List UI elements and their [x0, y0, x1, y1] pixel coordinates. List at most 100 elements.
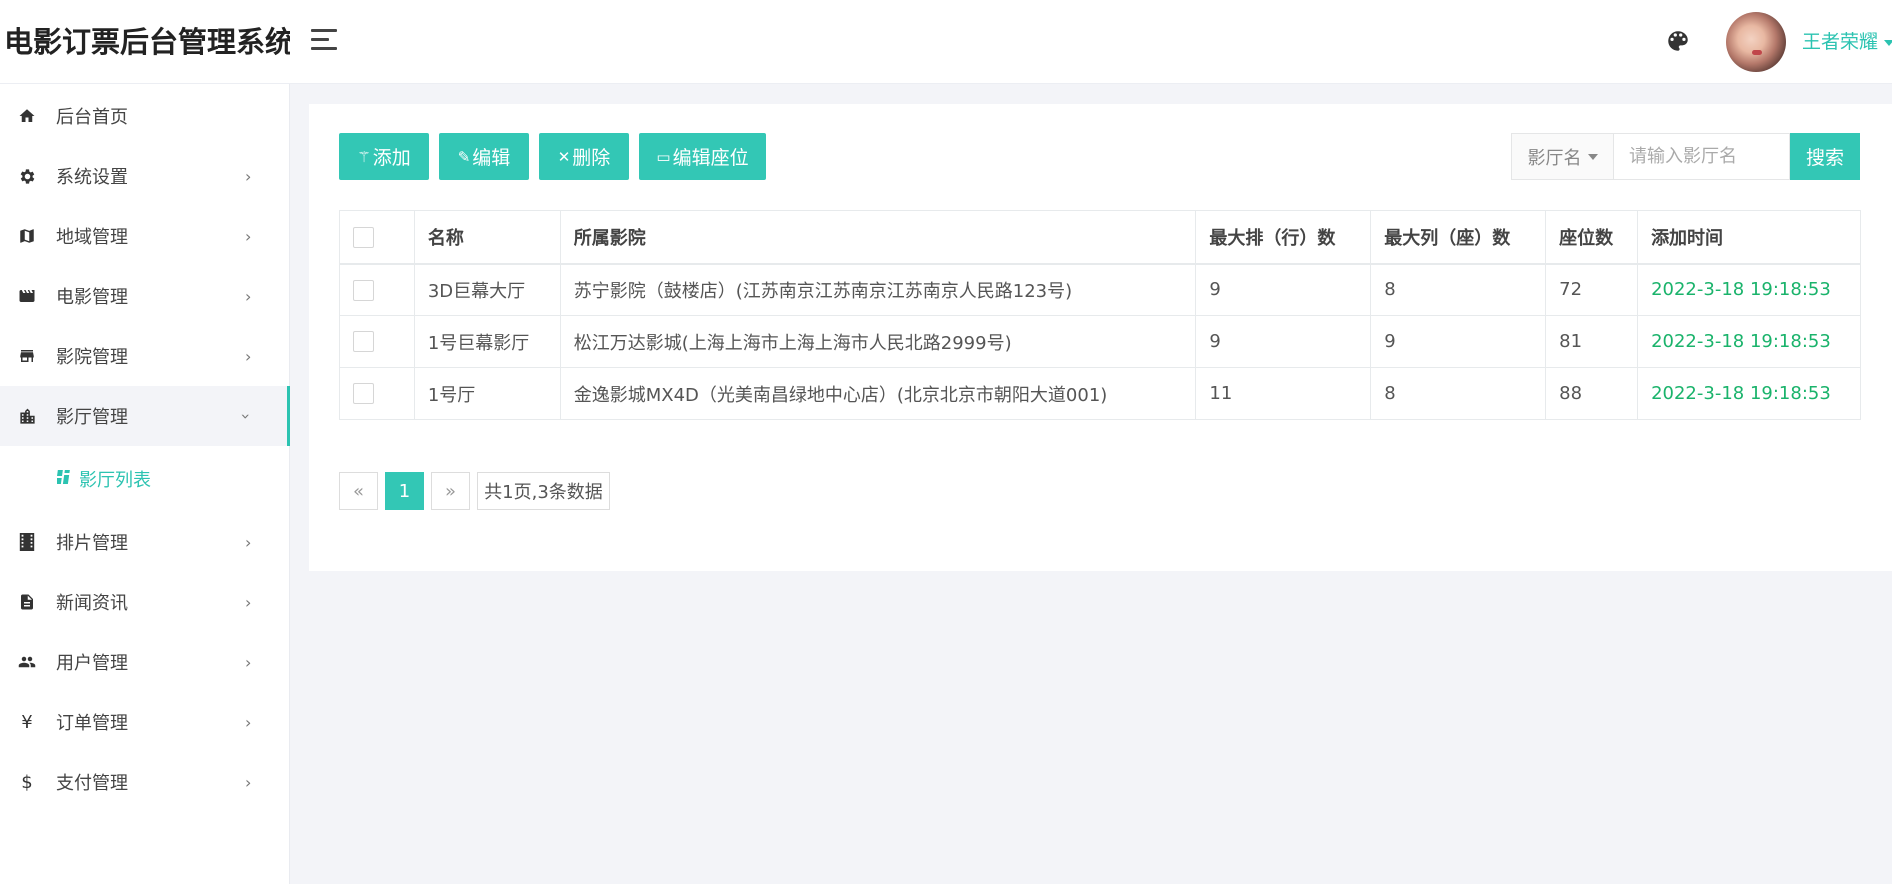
- pencil-icon: ✎: [457, 147, 471, 166]
- user-menu[interactable]: 王者荣耀: [1802, 27, 1892, 54]
- chevron-right-icon: ›: [245, 592, 252, 612]
- news-icon: [17, 592, 37, 612]
- dollar-icon: $: [21, 771, 33, 793]
- yen-icon: ¥: [21, 711, 33, 733]
- pagination-info: 共1页,3条数据: [477, 472, 610, 510]
- cinema-cell: 松江万达影城(上海上海市上海上海市人民北路2999号): [559, 315, 1197, 368]
- chevron-right-icon: ›: [245, 286, 252, 306]
- added-time-cell: 2022-3-18 19:18:53: [1637, 315, 1861, 368]
- username-label: 王者荣耀: [1802, 31, 1879, 53]
- table-row[interactable]: 1号厅 金逸影城MX4D（光美南昌绿地中心店）(北京北京市朝阳大道001) 11…: [339, 367, 1861, 420]
- hall-name-cell: 3D巨幕大厅: [413, 263, 561, 316]
- search-field-select[interactable]: 影厅名: [1511, 133, 1614, 180]
- top-bar: 电影订票后台管理系统 王者荣耀: [0, 0, 1892, 84]
- sidebar-item-halls[interactable]: 影厅管理 ›: [0, 386, 290, 446]
- sidebar-item-label: 电影管理: [56, 287, 128, 308]
- close-icon: ✕: [557, 147, 571, 166]
- sidebar-item-payments[interactable]: $ 支付管理 ›: [0, 752, 290, 812]
- chevron-right-icon: ›: [245, 772, 252, 792]
- row-checkbox[interactable]: [353, 331, 374, 353]
- sidebar-item-label: 后台首页: [56, 107, 128, 128]
- sidebar-item-label: 用户管理: [56, 653, 128, 674]
- added-time-cell: 2022-3-18 19:18:53: [1637, 263, 1861, 316]
- select-all-checkbox[interactable]: [353, 226, 374, 248]
- search-button[interactable]: 搜索: [1790, 133, 1860, 180]
- caret-down-icon: [1884, 39, 1892, 46]
- avatar[interactable]: [1726, 12, 1786, 72]
- sidebar-item-settings[interactable]: 系统设置 ›: [0, 146, 290, 206]
- chevron-down-icon: ›: [236, 412, 256, 420]
- caret-down-icon: [1587, 153, 1598, 160]
- edit-seats-button-label: 编辑座位: [672, 147, 749, 169]
- add-button-label: 添加: [372, 147, 411, 169]
- sidebar-item-news[interactable]: 新闻资讯 ›: [0, 572, 290, 632]
- sidebar-subitem-hall-list[interactable]: 影厅列表: [0, 450, 290, 508]
- menu-toggle-icon[interactable]: [311, 29, 337, 51]
- column-header: 所属影院: [559, 210, 1197, 265]
- home-icon: [17, 106, 37, 126]
- sidebar-item-orders[interactable]: ¥ 订单管理 ›: [0, 692, 290, 752]
- store-icon: [17, 346, 37, 366]
- column-header: 添加时间: [1637, 210, 1861, 265]
- sidebar-item-label: 排片管理: [56, 533, 128, 554]
- sidebar-item-label: 订单管理: [56, 713, 128, 734]
- gear-icon: [17, 166, 37, 186]
- max-cols-cell: 8: [1370, 263, 1547, 316]
- edit-seats-button[interactable]: ▭ 编辑座位: [639, 133, 766, 180]
- halls-table: 名称 所属影院 最大排（行）数 最大列（座）数 座位数 添加时间 3D巨幕大厅 …: [339, 210, 1861, 420]
- sidebar-item-home[interactable]: 后台首页: [0, 86, 290, 146]
- sidebar-item-label: 影厅管理: [56, 407, 128, 428]
- sidebar-item-users[interactable]: 用户管理 ›: [0, 632, 290, 692]
- seats-icon: ▭: [656, 147, 671, 166]
- sidebar: 后台首页 系统设置 › 地域管理 › 电影管理 › 影院管理 › 影厅管理 › …: [0, 84, 290, 884]
- table-header-row: 名称 所属影院 最大排（行）数 最大列（座）数 座位数 添加时间: [339, 210, 1861, 265]
- chevron-right-icon: ›: [245, 652, 252, 672]
- row-checkbox[interactable]: [353, 279, 374, 301]
- sidebar-subitem-label: 影厅列表: [79, 470, 151, 491]
- seat-count-cell: 72: [1545, 263, 1639, 316]
- chevron-right-icon: ›: [245, 226, 252, 246]
- table-row[interactable]: 1号巨幕影厅 松江万达影城(上海上海市上海上海市人民北路2999号) 9 9 8…: [339, 315, 1861, 368]
- row-select-cell: [339, 263, 415, 316]
- users-icon: [17, 652, 37, 672]
- pagination: « 1 » 共1页,3条数据: [339, 472, 617, 510]
- row-checkbox[interactable]: [353, 383, 374, 405]
- edit-button[interactable]: ✎ 编辑: [439, 133, 529, 180]
- hall-name-cell: 1号厅: [413, 367, 561, 420]
- prev-page-button[interactable]: «: [339, 472, 378, 510]
- max-rows-cell: 9: [1195, 263, 1372, 316]
- cinema-cell: 苏宁影院（鼓楼店）(江苏南京江苏南京江苏南京人民路123号): [559, 263, 1197, 316]
- seat-count-cell: 88: [1545, 367, 1639, 420]
- add-icon: ⚚: [357, 147, 371, 166]
- search-input[interactable]: [1614, 133, 1790, 180]
- hall-name-cell: 1号巨幕影厅: [413, 315, 561, 368]
- cinema-cell: 金逸影城MX4D（光美南昌绿地中心店）(北京北京市朝阳大道001): [559, 367, 1197, 420]
- app-title: 电影订票后台管理系统: [4, 25, 290, 59]
- chevron-right-icon: ›: [245, 346, 252, 366]
- column-header: 名称: [413, 210, 561, 265]
- sidebar-item-label: 影院管理: [56, 347, 128, 368]
- max-cols-cell: 8: [1370, 367, 1547, 420]
- building-icon: [17, 406, 37, 426]
- page-1-button[interactable]: 1: [385, 472, 424, 510]
- row-select-cell: [339, 367, 415, 420]
- next-page-button[interactable]: »: [431, 472, 470, 510]
- sidebar-item-label: 新闻资讯: [56, 593, 128, 614]
- table-row[interactable]: 3D巨幕大厅 苏宁影院（鼓楼店）(江苏南京江苏南京江苏南京人民路123号) 9 …: [339, 263, 1861, 316]
- sidebar-item-label: 地域管理: [56, 227, 128, 248]
- sidebar-item-cinemas[interactable]: 影院管理 ›: [0, 326, 290, 386]
- add-button[interactable]: ⚚ 添加: [339, 133, 429, 180]
- sidebar-item-label: 支付管理: [56, 773, 128, 794]
- max-cols-cell: 9: [1370, 315, 1547, 368]
- sidebar-item-schedule[interactable]: 排片管理 ›: [0, 512, 290, 572]
- palette-icon[interactable]: [1665, 28, 1691, 54]
- sidebar-item-movies[interactable]: 电影管理 ›: [0, 266, 290, 326]
- chevron-right-icon: ›: [245, 532, 252, 552]
- seat-count-cell: 81: [1545, 315, 1639, 368]
- sidebar-item-region[interactable]: 地域管理 ›: [0, 206, 290, 266]
- edit-button-label: 编辑: [472, 147, 511, 169]
- row-select-cell: [339, 315, 415, 368]
- delete-button[interactable]: ✕ 删除: [539, 133, 629, 180]
- search-group: 影厅名 搜索: [1511, 133, 1860, 180]
- column-header: 最大列（座）数: [1370, 210, 1547, 265]
